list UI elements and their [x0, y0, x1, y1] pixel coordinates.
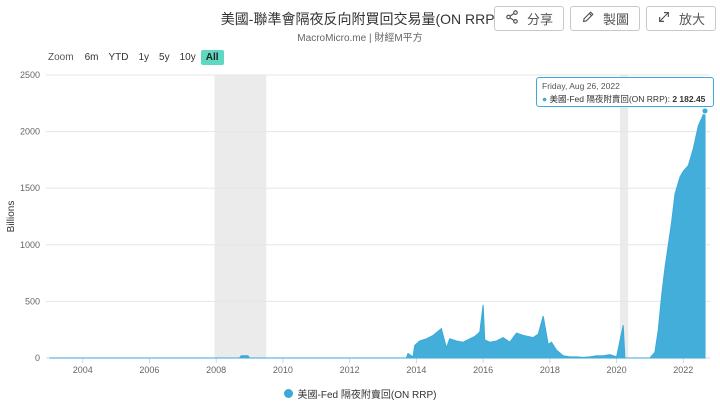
x-tick-label-1: 2006 [139, 365, 159, 375]
tooltip-series: 美國-Fed 隔夜附賣回(ON RRP): [549, 94, 670, 104]
x-tick-label-4: 2012 [340, 365, 360, 375]
legend-series-name: 美國-Fed 隔夜附賣回(ON RRP) [297, 390, 437, 401]
shaded-period-1 [619, 75, 629, 358]
y-axis-label: Billions [6, 201, 17, 233]
shaded-period-0 [214, 75, 267, 358]
x-tick-label-5: 2014 [406, 365, 426, 375]
tooltip: Friday, Aug 26, 2022 ● 美國-Fed 隔夜附賣回(ON R… [536, 77, 714, 107]
y-tick-label-2: 1000 [20, 240, 40, 250]
series-area [49, 110, 706, 359]
x-tick-label-0: 2004 [73, 365, 93, 375]
x-tick-label-6: 2016 [473, 365, 493, 375]
x-tick-label-3: 2010 [273, 365, 293, 375]
y-tick-label-5: 2500 [20, 70, 40, 80]
x-tick-label-9: 2022 [673, 365, 693, 375]
y-tick-label-1: 500 [25, 296, 40, 306]
legend[interactable]: 美國-Fed 隔夜附賣回(ON RRP) [0, 386, 720, 401]
highlight-point [701, 107, 709, 115]
tooltip-value: 2 182.45 [672, 94, 706, 104]
x-tick-label-2: 2008 [206, 365, 226, 375]
y-tick-label-3: 1500 [20, 183, 40, 193]
x-tick-label-7: 2018 [540, 365, 560, 375]
y-tick-label-0: 0 [35, 353, 40, 363]
tooltip-bullet: ● [542, 94, 548, 104]
x-tick-label-8: 2020 [607, 365, 627, 375]
y-tick-label-4: 2000 [20, 127, 40, 137]
legend-marker [283, 389, 293, 398]
chart-svg: 0 500 1000 1500 2000 2500 2004 2006 2008 2010 2012… [6, 70, 710, 375]
tooltip-date: Friday, Aug 26, 2022 [542, 81, 620, 91]
